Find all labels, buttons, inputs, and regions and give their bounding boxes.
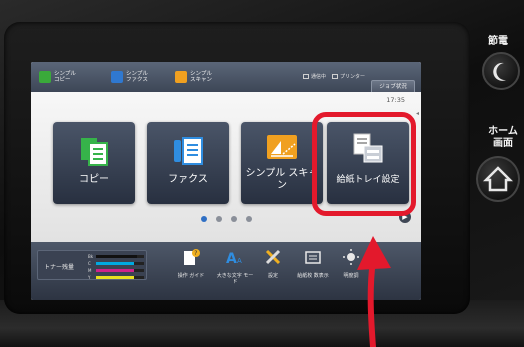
home-screen-button[interactable]: [476, 156, 520, 202]
tab-simple-scan-label: シンプル スキャン: [190, 71, 213, 83]
simple-scan-icon: [267, 135, 297, 159]
settings-button[interactable]: 設定: [253, 248, 293, 294]
fax-tile-label: ファクス: [168, 174, 208, 185]
page-indicator: [31, 216, 421, 226]
paper-count-display-button[interactable]: 給紙枚 数表示: [293, 248, 333, 294]
simple-scan-tile-label: シンプル スキャン: [245, 168, 319, 191]
simple-scan-tab-icon: [175, 71, 187, 83]
simple-fax-icon: [111, 71, 123, 83]
red-arrow-annotation: [357, 236, 391, 347]
svg-text:A: A: [237, 257, 242, 265]
fax-tile[interactable]: ファクス: [147, 122, 229, 204]
toner-rows: Bk C M Y: [88, 254, 144, 280]
power-save-label: 節電: [488, 36, 508, 47]
tab-simple-fax-label: シンプル ファクス: [126, 71, 148, 83]
large-text-mode-label: 大きな文字 モード: [216, 273, 254, 285]
printer-indicator-icon: [331, 74, 338, 79]
tab-simple-fax[interactable]: シンプル ファクス: [111, 66, 154, 88]
page-dot[interactable]: [245, 216, 252, 222]
home-screen-label: ホーム 画面: [488, 126, 518, 149]
toner-fill: [96, 276, 135, 279]
simple-scan-tile[interactable]: シンプル スキャン: [241, 122, 323, 204]
toner-row: C: [88, 261, 144, 266]
toner-row: M: [88, 268, 144, 273]
page-dot[interactable]: [230, 216, 237, 222]
svg-text:?: ?: [194, 250, 197, 257]
toner-fill: [96, 262, 135, 265]
clock: 17:35: [386, 96, 405, 104]
settings-label: 設定: [267, 273, 278, 279]
svg-text:A: A: [226, 251, 237, 266]
processing-indicator-icon: [302, 74, 309, 79]
home-icon: [482, 166, 514, 192]
paper-count-icon: [305, 251, 321, 264]
toner-row: Y: [88, 275, 144, 280]
large-text-icon: A A: [226, 251, 242, 267]
page-dot[interactable]: [215, 216, 222, 222]
page-dot[interactable]: [200, 216, 207, 222]
large-text-mode-button[interactable]: A A 大きな文字 モード: [215, 248, 255, 294]
top-tab-bar: シンプル コピー シンプル ファクス シンプル スキャン 通信中 プリンター: [31, 62, 421, 92]
copy-tile[interactable]: コピー: [53, 122, 135, 204]
guide-icon: ?: [184, 249, 200, 265]
copy-tile-label: コピー: [79, 174, 109, 185]
moon-icon: [493, 62, 506, 81]
fax-icon: [174, 137, 203, 165]
tab-simple-copy-label: シンプル コピー: [54, 71, 76, 83]
paper-count-display-label: 給紙枚 数表示: [297, 273, 329, 279]
toner-row: Bk: [88, 254, 144, 259]
toner-label: トナー残量: [44, 264, 75, 271]
status-printer: プリンター: [331, 73, 365, 80]
toner-level-panel[interactable]: トナー残量 Bk C M Y: [37, 250, 147, 280]
operation-guide-label: 操作 ガイド: [177, 273, 205, 279]
paper-tray-highlight-box: [312, 112, 416, 216]
toner-fill: [96, 255, 137, 258]
operation-guide-button[interactable]: ? 操作 ガイド: [171, 248, 211, 294]
toner-fill: [96, 269, 135, 272]
power-save-button[interactable]: [482, 52, 520, 90]
status-indicators: 通信中 プリンター: [302, 73, 365, 80]
settings-icon: [265, 249, 281, 265]
status-processing: 通信中: [302, 73, 326, 80]
tab-simple-copy[interactable]: シンプル コピー: [39, 66, 82, 88]
edge-marker-icon: ◂: [415, 110, 419, 117]
simple-copy-icon: [39, 71, 51, 83]
copy-icon: [81, 138, 108, 166]
tab-simple-scan[interactable]: シンプル スキャン: [175, 66, 218, 88]
